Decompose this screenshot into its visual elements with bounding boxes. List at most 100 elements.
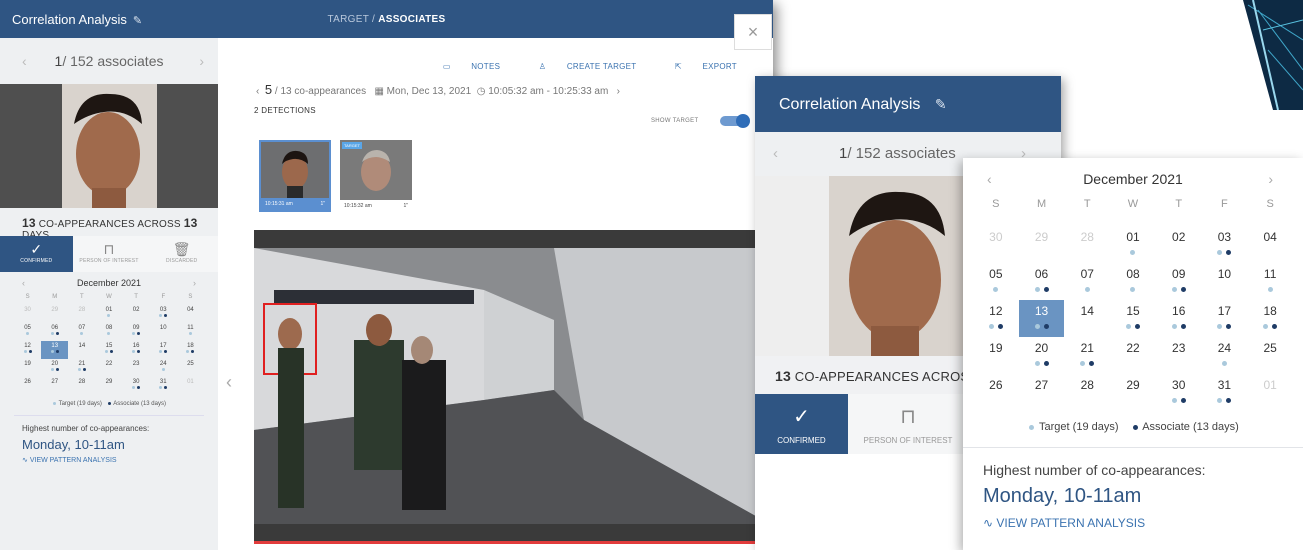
calendar-day[interactable]: 16 xyxy=(123,341,150,359)
calendar-day[interactable]: 29 xyxy=(1019,226,1065,263)
calendar-day[interactable]: 15 xyxy=(1110,300,1156,337)
tab-confirmed[interactable]: ✓ CONFIRMED xyxy=(755,394,848,454)
calendar-day[interactable]: 12 xyxy=(973,300,1019,337)
calendar-day[interactable]: 12 xyxy=(14,341,41,359)
calendar-day[interactable]: 24 xyxy=(150,359,177,377)
video-frame[interactable] xyxy=(254,230,770,544)
overlay-pattern-analysis-link[interactable]: ∿ VIEW PATTERN ANALYSIS xyxy=(983,516,1303,530)
calendar-day[interactable]: 05 xyxy=(973,263,1019,300)
calendar-day[interactable]: 08 xyxy=(95,323,122,341)
calendar-day[interactable]: 02 xyxy=(1156,226,1202,263)
calendar-day[interactable]: 29 xyxy=(1110,374,1156,411)
calendar-day[interactable]: 27 xyxy=(41,377,68,395)
calendar-day[interactable]: 21 xyxy=(68,359,95,377)
calendar-day[interactable]: 11 xyxy=(177,323,204,341)
calendar-day[interactable]: 09 xyxy=(123,323,150,341)
calendar-day[interactable]: 17 xyxy=(1202,300,1248,337)
calendar-day[interactable]: 16 xyxy=(1156,300,1202,337)
chevron-left-icon[interactable]: ‹ xyxy=(226,372,232,393)
calendar-day[interactable]: 30 xyxy=(1156,374,1202,411)
day-number: 06 xyxy=(1034,267,1049,281)
calendar-day[interactable]: 07 xyxy=(68,323,95,341)
calendar-day[interactable]: 19 xyxy=(14,359,41,377)
calendar-day[interactable]: 01 xyxy=(1110,226,1156,263)
calendar-day[interactable]: 02 xyxy=(123,305,150,323)
chevron-right-icon[interactable]: › xyxy=(617,86,620,97)
calendar-day[interactable]: 14 xyxy=(1064,300,1110,337)
calendar-day[interactable]: 20 xyxy=(1019,337,1065,374)
chevron-left-icon[interactable]: ‹ xyxy=(256,86,259,97)
calendar-day[interactable]: 29 xyxy=(95,377,122,395)
calendar-day[interactable]: 30 xyxy=(14,305,41,323)
calendar-day[interactable]: 17 xyxy=(150,341,177,359)
calendar-day[interactable]: 28 xyxy=(68,305,95,323)
calendar-day[interactable]: 06 xyxy=(41,323,68,341)
calendar-day[interactable]: 28 xyxy=(1064,374,1110,411)
associate-total: / 152 associates xyxy=(62,53,164,69)
calendar-day[interactable]: 22 xyxy=(95,359,122,377)
tab-person-of-interest[interactable]: ⊓ PERSON OF INTEREST xyxy=(848,394,968,454)
calendar-day[interactable]: 26 xyxy=(973,374,1019,411)
calendar-day[interactable]: 21 xyxy=(1064,337,1110,374)
calendar-day[interactable]: 08 xyxy=(1110,263,1156,300)
calendar-day[interactable]: 24 xyxy=(1202,337,1248,374)
calendar-day[interactable]: 11 xyxy=(1247,263,1293,300)
chevron-left-icon[interactable]: ‹ xyxy=(773,132,778,176)
calendar-day[interactable]: 10 xyxy=(150,323,177,341)
tab-person-of-interest[interactable]: ⊓ PERSON OF INTEREST xyxy=(73,236,146,272)
calendar-day[interactable]: 25 xyxy=(1247,337,1293,374)
close-button[interactable]: × xyxy=(734,14,772,50)
calendar-day[interactable]: 01 xyxy=(1247,374,1293,411)
calendar-day[interactable]: 25 xyxy=(177,359,204,377)
chevron-right-icon[interactable]: › xyxy=(1268,158,1273,200)
calendar-day[interactable]: 07 xyxy=(1064,263,1110,300)
calendar-day[interactable]: 13 xyxy=(1018,300,1065,337)
calendar-day[interactable]: 31 xyxy=(150,377,177,395)
chevron-left-icon[interactable]: ‹ xyxy=(22,38,27,84)
calendar-day[interactable]: 01 xyxy=(95,305,122,323)
tab-confirmed[interactable]: ✓ CONFIRMED xyxy=(0,236,73,272)
calendar-day[interactable]: 01 xyxy=(177,377,204,395)
calendar-day[interactable]: 13 xyxy=(41,341,69,359)
breadcrumb-target[interactable]: TARGET xyxy=(328,14,369,25)
target-thumbnail[interactable]: TARGET 10:15:32 am 1" xyxy=(340,140,412,212)
calendar-day[interactable]: 28 xyxy=(68,377,95,395)
chevron-right-icon[interactable]: › xyxy=(199,38,204,84)
calendar-day[interactable]: 10 xyxy=(1202,263,1248,300)
pattern-analysis-link[interactable]: ∿ VIEW PATTERN ANALYSIS xyxy=(22,456,210,464)
associate-dot-icon xyxy=(28,350,32,353)
notes-button[interactable]: ▭ NOTES xyxy=(425,62,500,71)
calendar-day[interactable]: 23 xyxy=(1156,337,1202,374)
pencil-icon[interactable]: ✎ xyxy=(935,96,947,113)
show-target-toggle[interactable] xyxy=(720,114,750,128)
calendar-day[interactable]: 15 xyxy=(95,341,122,359)
calendar-day[interactable]: 31 xyxy=(1202,374,1248,411)
calendar-day[interactable]: 27 xyxy=(1019,374,1065,411)
calendar-day[interactable]: 30 xyxy=(123,377,150,395)
calendar-day[interactable]: 30 xyxy=(973,226,1019,263)
calendar-day[interactable]: 09 xyxy=(1156,263,1202,300)
calendar-day[interactable]: 05 xyxy=(14,323,41,341)
chevron-left-icon[interactable]: ‹ xyxy=(22,272,25,294)
calendar-day[interactable]: 28 xyxy=(1064,226,1110,263)
chevron-left-icon[interactable]: ‹ xyxy=(987,158,992,200)
chevron-right-icon[interactable]: › xyxy=(193,272,196,294)
calendar-day[interactable]: 23 xyxy=(123,359,150,377)
tab-discarded[interactable]: 🗑 DISCARDED xyxy=(145,236,218,272)
calendar-day[interactable]: 20 xyxy=(41,359,68,377)
detection-thumbnail[interactable]: 10:15:31 am 1" xyxy=(259,140,331,212)
calendar-day[interactable]: 03 xyxy=(150,305,177,323)
create-target-button[interactable]: ♙ CREATE TARGET xyxy=(521,62,637,71)
calendar-day[interactable]: 29 xyxy=(41,305,68,323)
calendar-day[interactable]: 22 xyxy=(1110,337,1156,374)
calendar-day[interactable]: 18 xyxy=(1247,300,1293,337)
calendar-day[interactable]: 19 xyxy=(973,337,1019,374)
calendar-day[interactable]: 06 xyxy=(1019,263,1065,300)
calendar-day[interactable]: 26 xyxy=(14,377,41,395)
export-button[interactable]: ⇱ EXPORT xyxy=(657,62,737,71)
calendar-day[interactable]: 04 xyxy=(1247,226,1293,263)
calendar-day[interactable]: 18 xyxy=(177,341,204,359)
calendar-day[interactable]: 14 xyxy=(68,341,95,359)
calendar-day[interactable]: 04 xyxy=(177,305,204,323)
calendar-day[interactable]: 03 xyxy=(1202,226,1248,263)
